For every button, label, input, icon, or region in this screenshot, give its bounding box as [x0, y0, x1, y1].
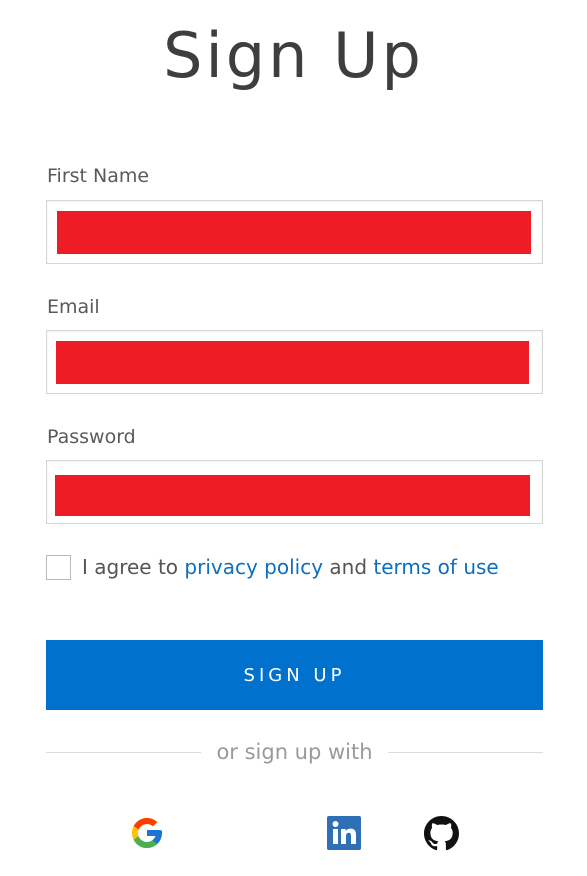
google-signup-button[interactable]	[129, 815, 165, 851]
github-icon	[423, 815, 459, 850]
linkedin-signup-button[interactable]	[326, 815, 362, 851]
agree-prefix: I agree to	[82, 555, 179, 579]
email-label: Email	[47, 296, 100, 318]
agree-and: and	[329, 555, 368, 579]
page-title: Sign Up	[163, 19, 424, 92]
password-label: Password	[47, 426, 136, 448]
email-field[interactable]	[46, 330, 543, 394]
divider-text: or sign up with	[216, 740, 373, 764]
privacy-policy-link[interactable]: privacy policy	[184, 555, 323, 579]
divider-line-right	[387, 751, 543, 753]
agree-text: I agree to privacy policy and terms of u…	[82, 555, 499, 579]
agree-checkbox[interactable]	[46, 554, 71, 580]
social-divider: or sign up with	[46, 736, 543, 768]
password-field[interactable]	[46, 460, 543, 524]
agree-row: I agree to privacy policy and terms of u…	[46, 552, 499, 582]
first-name-field[interactable]	[46, 200, 543, 264]
sign-up-button[interactable]: SIGN UP	[46, 640, 543, 710]
terms-of-use-link[interactable]: terms of use	[373, 555, 498, 579]
google-icon	[132, 818, 162, 848]
divider-line-left	[46, 751, 202, 753]
linkedin-icon	[327, 816, 361, 850]
first-name-label: First Name	[47, 165, 150, 187]
github-signup-button[interactable]	[423, 815, 459, 851]
